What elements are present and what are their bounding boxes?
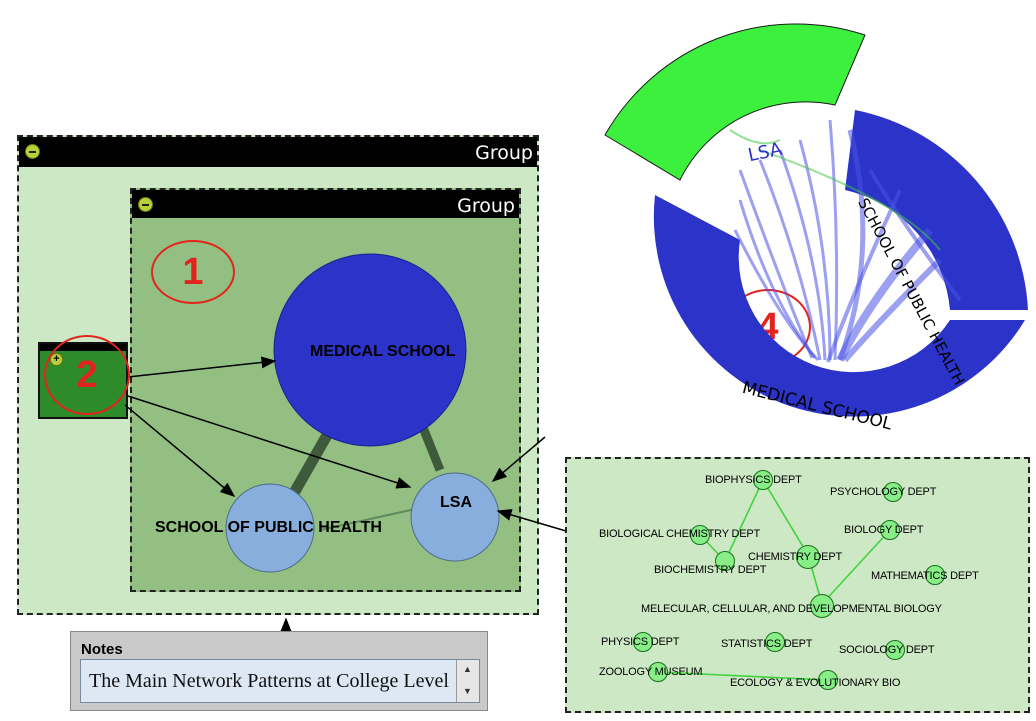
dept-label-zoology: ZOOLOGY MUSEUM bbox=[599, 666, 703, 678]
dept-label-biology: BIOLOGY DEPT bbox=[844, 524, 924, 536]
dept-label-biophysics: BIOPHYSICS DEPT bbox=[705, 474, 802, 486]
dept-label-chemistry: CHEMISTRY DEPT bbox=[748, 551, 842, 563]
dept-label-psychology: PSYCHOLOGY DEPT bbox=[830, 486, 937, 498]
dept-label-statistics: STATISTICS DEPT bbox=[721, 638, 813, 650]
dept-label-biochemistry: BIOCHEMISTRY DEPT bbox=[654, 564, 767, 576]
dept-label-mathematics: MATHEMATICS DEPT bbox=[871, 570, 979, 582]
dept-label-molecular: MELECULAR, CELLULAR, AND DEVELOPMENTAL B… bbox=[641, 603, 942, 615]
dept-label-sociology: SOCIOLOGY DEPT bbox=[839, 644, 935, 656]
dept-label-ecology: ECOLOGY & EVOLUTIONARY BIO bbox=[730, 677, 901, 689]
dept-label-biological-chemistry: BIOLOGICAL CHEMISTRY DEPT bbox=[599, 528, 761, 540]
dept-label-physics: PHYSICS DEPT bbox=[601, 636, 680, 648]
